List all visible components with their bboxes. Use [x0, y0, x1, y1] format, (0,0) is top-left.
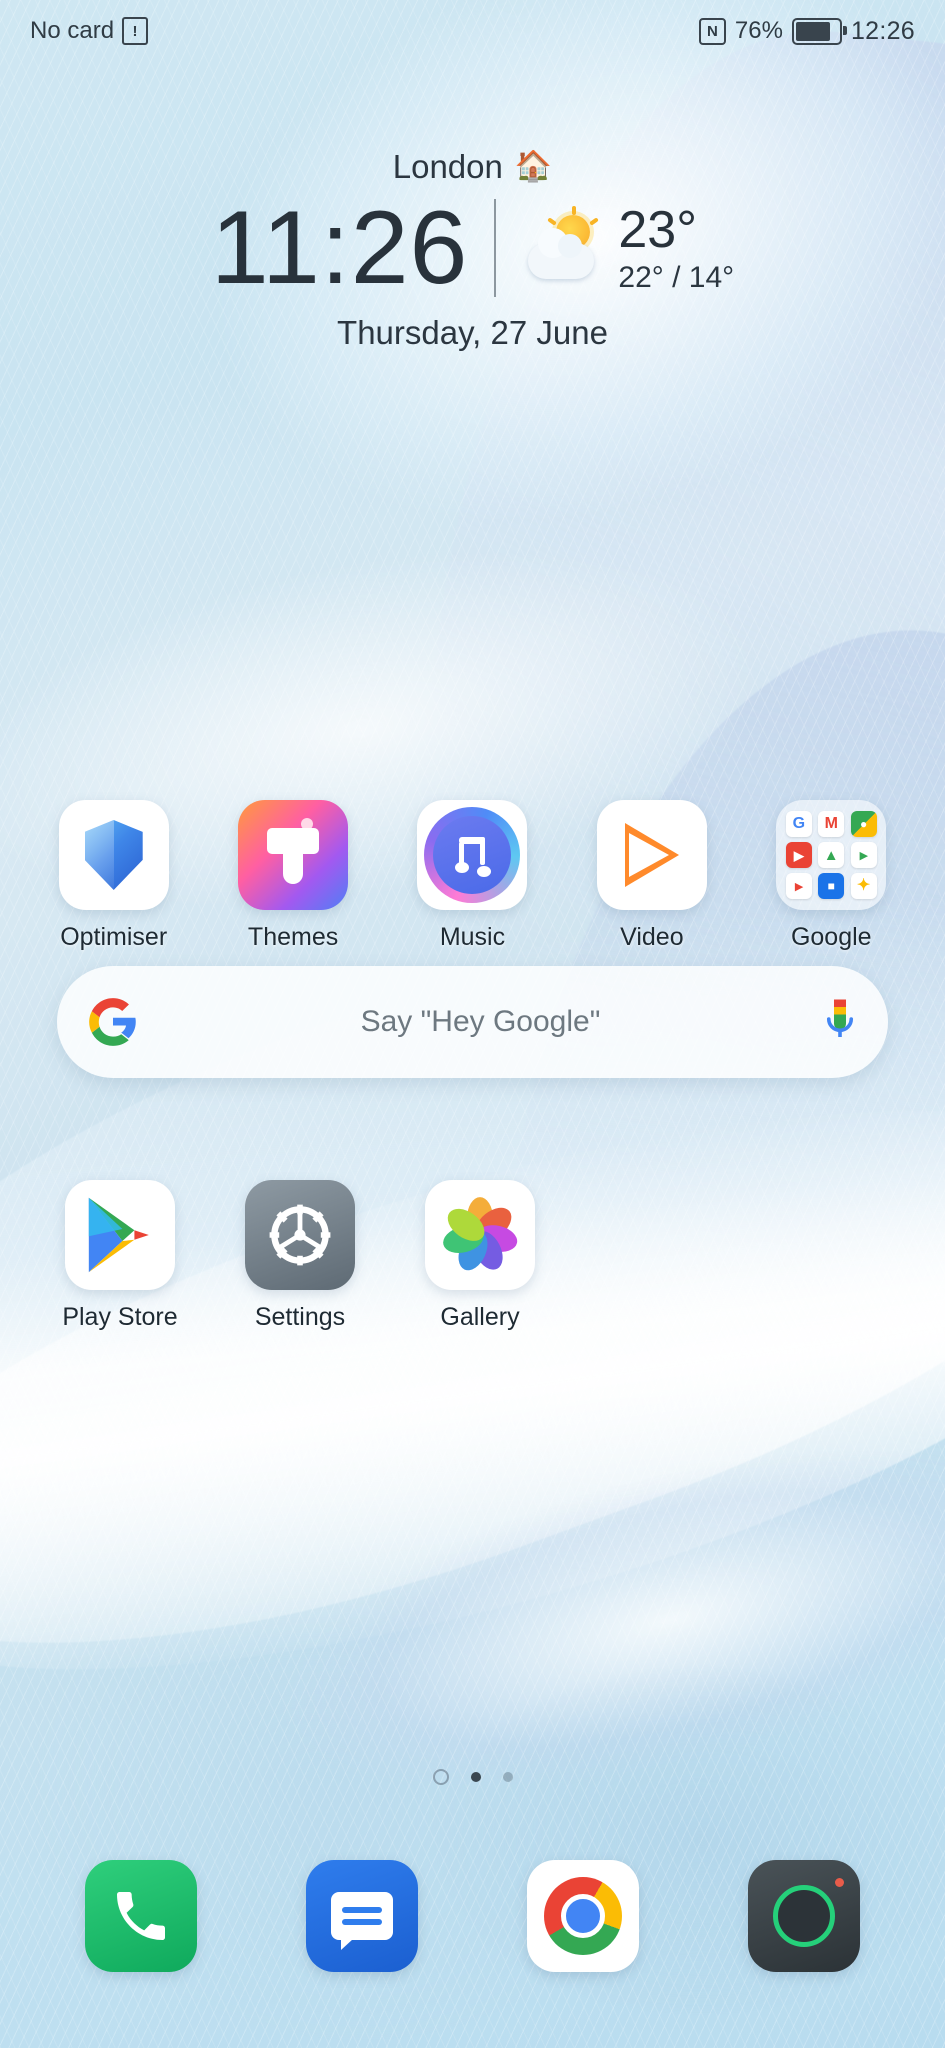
- page-dot-active[interactable]: [470, 1772, 481, 1782]
- page-dot[interactable]: [432, 1769, 449, 1785]
- gear-icon[interactable]: [245, 1180, 355, 1290]
- widget-divider: [494, 199, 497, 298]
- widget-weather[interactable]: 23° 22° / 14°: [522, 201, 734, 295]
- app-settings[interactable]: Settings: [225, 1180, 375, 1332]
- sun-behind-cloud-icon: [522, 206, 608, 283]
- app-play-store[interactable]: Play Store: [45, 1180, 195, 1332]
- flower-icon[interactable]: [425, 1180, 535, 1290]
- dock: [0, 1860, 945, 1972]
- app-music[interactable]: Music: [397, 800, 547, 952]
- nfc-icon: N: [698, 17, 726, 45]
- google-folder-icon[interactable]: G M ● ▶ ▲ ▸ ▸ ■ ✦: [776, 800, 887, 910]
- shield-icon[interactable]: [58, 800, 169, 910]
- mini-drive-icon: ▲: [818, 842, 845, 868]
- app-label: Video: [620, 923, 684, 951]
- status-bar-clock: 12:26: [850, 16, 915, 45]
- mini-youtube-icon: ▶: [785, 842, 812, 868]
- mini-google-icon: G: [785, 811, 812, 837]
- paintbrush-icon[interactable]: [238, 800, 349, 910]
- folder-google[interactable]: G M ● ▶ ▲ ▸ ▸ ■ ✦ Google: [756, 800, 906, 952]
- home-icon: 🏠: [514, 150, 553, 183]
- widget-clock[interactable]: 11:26: [211, 192, 469, 305]
- sim-alert-icon: !: [122, 17, 149, 45]
- play-store-icon[interactable]: [65, 1180, 175, 1290]
- app-video[interactable]: Video: [577, 800, 727, 952]
- search-input[interactable]: Say "Hey Google": [139, 1005, 822, 1039]
- home-screen: No card ! N 76% 12:26 London 🏠 11:26 23°…: [0, 0, 945, 2048]
- microphone-icon[interactable]: [822, 996, 858, 1048]
- page-indicator[interactable]: [0, 1769, 945, 1785]
- widget-city[interactable]: London 🏠: [0, 148, 945, 186]
- widget-city-label: London: [392, 148, 503, 185]
- app-label: Themes: [247, 923, 339, 951]
- mini-maps-icon: ●: [850, 811, 877, 837]
- music-note-icon[interactable]: [417, 800, 528, 910]
- status-bar: No card ! N 76% 12:26: [0, 0, 945, 62]
- google-g-icon: [87, 996, 139, 1048]
- phone-icon[interactable]: [84, 1860, 197, 1972]
- app-label: Gallery: [440, 1303, 520, 1331]
- clock-weather-widget[interactable]: London 🏠 11:26 23° 22° / 14° Thursday, 2…: [0, 148, 945, 352]
- mini-play-store-icon: ▸: [850, 842, 877, 868]
- camera-icon[interactable]: [748, 1860, 861, 1972]
- app-label: Music: [439, 923, 506, 951]
- play-icon[interactable]: [596, 800, 707, 910]
- carrier-label: No card: [30, 17, 115, 44]
- mini-play-movies-icon: ▸: [785, 873, 812, 899]
- widget-temperature: 23°: [618, 201, 698, 260]
- google-search-bar[interactable]: Say "Hey Google": [57, 966, 888, 1078]
- app-themes[interactable]: Themes: [218, 800, 368, 952]
- app-label: Optimiser: [60, 923, 168, 951]
- battery-percent-label: 76%: [734, 17, 783, 44]
- widget-temperature-range: 22° / 14°: [618, 261, 735, 295]
- mini-photos-icon: ✦: [850, 873, 877, 899]
- app-optimiser[interactable]: Optimiser: [39, 800, 189, 952]
- mini-gmail-icon: M: [818, 811, 845, 837]
- widget-date[interactable]: Thursday, 27 June: [0, 314, 945, 352]
- page-dot[interactable]: [502, 1772, 513, 1782]
- chrome-icon[interactable]: [527, 1860, 640, 1972]
- app-label: Play Store: [62, 1303, 178, 1331]
- app-row-2: Play Store Settings Gallery: [0, 1180, 945, 1332]
- app-row-1: Optimiser Themes Music Video G M ● ▶ ▲ ▸…: [0, 800, 945, 952]
- battery-icon: [791, 17, 847, 45]
- app-label: Settings: [254, 1303, 346, 1331]
- app-label: Google: [790, 923, 872, 951]
- mini-meet-icon: ■: [818, 873, 845, 899]
- message-icon[interactable]: [305, 1860, 418, 1972]
- app-gallery[interactable]: Gallery: [405, 1180, 555, 1332]
